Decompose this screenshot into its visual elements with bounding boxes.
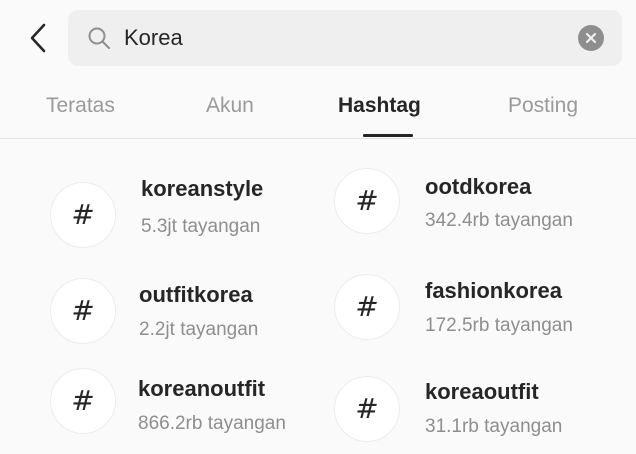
search-tabs: Teratas Akun Hashtag Posting bbox=[0, 80, 636, 138]
hashtag-name: fashionkorea bbox=[425, 278, 562, 303]
hashtag-icon: # bbox=[50, 368, 116, 434]
search-input[interactable] bbox=[124, 22, 578, 54]
hashtag-name: koreaoutfit bbox=[425, 379, 539, 404]
search-screen: Teratas Akun Hashtag Posting # koreansty… bbox=[0, 0, 636, 454]
hashtag-view-count: 2.2jt tayangan bbox=[139, 319, 259, 340]
hashtag-icon: # bbox=[334, 376, 400, 442]
tab-posting[interactable]: Posting bbox=[508, 94, 578, 118]
hashtag-name: ootdkorea bbox=[425, 174, 532, 199]
hashtag-result-outfitkorea[interactable]: # outfitkorea 2.2jt tayangan bbox=[50, 278, 350, 368]
chevron-left-icon bbox=[30, 23, 46, 53]
hashtag-icon: # bbox=[334, 274, 400, 340]
hashtag-result-koreanstyle[interactable]: # koreanstyle 5.3jt tayangan bbox=[50, 172, 350, 262]
hashtag-view-count: 866.2rb tayangan bbox=[138, 413, 286, 434]
hashtag-view-count: 172.5rb tayangan bbox=[425, 315, 573, 336]
hashtag-icon: # bbox=[50, 182, 116, 248]
hashtag-view-count: 342.4rb tayangan bbox=[425, 210, 573, 231]
tab-hashtag[interactable]: Hashtag bbox=[338, 94, 421, 118]
hashtag-result-fashionkorea[interactable]: # fashionkorea 172.5rb tayangan bbox=[334, 274, 634, 364]
active-tab-indicator bbox=[363, 134, 413, 137]
hashtag-view-count: 5.3jt tayangan bbox=[141, 216, 261, 237]
hashtag-name: outfitkorea bbox=[139, 282, 253, 307]
hashtag-result-koreanoutfit[interactable]: # koreanoutfit 866.2rb tayangan bbox=[50, 368, 350, 454]
hashtag-result-koreaoutfit[interactable]: # koreaoutfit 31.1rb tayangan bbox=[334, 376, 634, 454]
tab-akun[interactable]: Akun bbox=[206, 94, 254, 118]
hashtag-name: koreanstyle bbox=[141, 176, 264, 201]
search-icon bbox=[86, 25, 112, 51]
hashtag-name: koreanoutfit bbox=[138, 376, 266, 401]
hashtag-view-count: 31.1rb tayangan bbox=[425, 416, 563, 437]
hashtag-result-ootdkorea[interactable]: # ootdkorea 342.4rb tayangan bbox=[334, 168, 634, 258]
tabs-divider bbox=[0, 138, 636, 139]
search-bar[interactable] bbox=[68, 10, 622, 66]
back-button[interactable] bbox=[20, 20, 56, 56]
hashtag-icon: # bbox=[334, 168, 400, 234]
clear-x-icon bbox=[585, 32, 597, 44]
tab-teratas[interactable]: Teratas bbox=[46, 94, 115, 118]
hashtag-icon: # bbox=[50, 278, 116, 344]
clear-search-button[interactable] bbox=[578, 25, 604, 51]
